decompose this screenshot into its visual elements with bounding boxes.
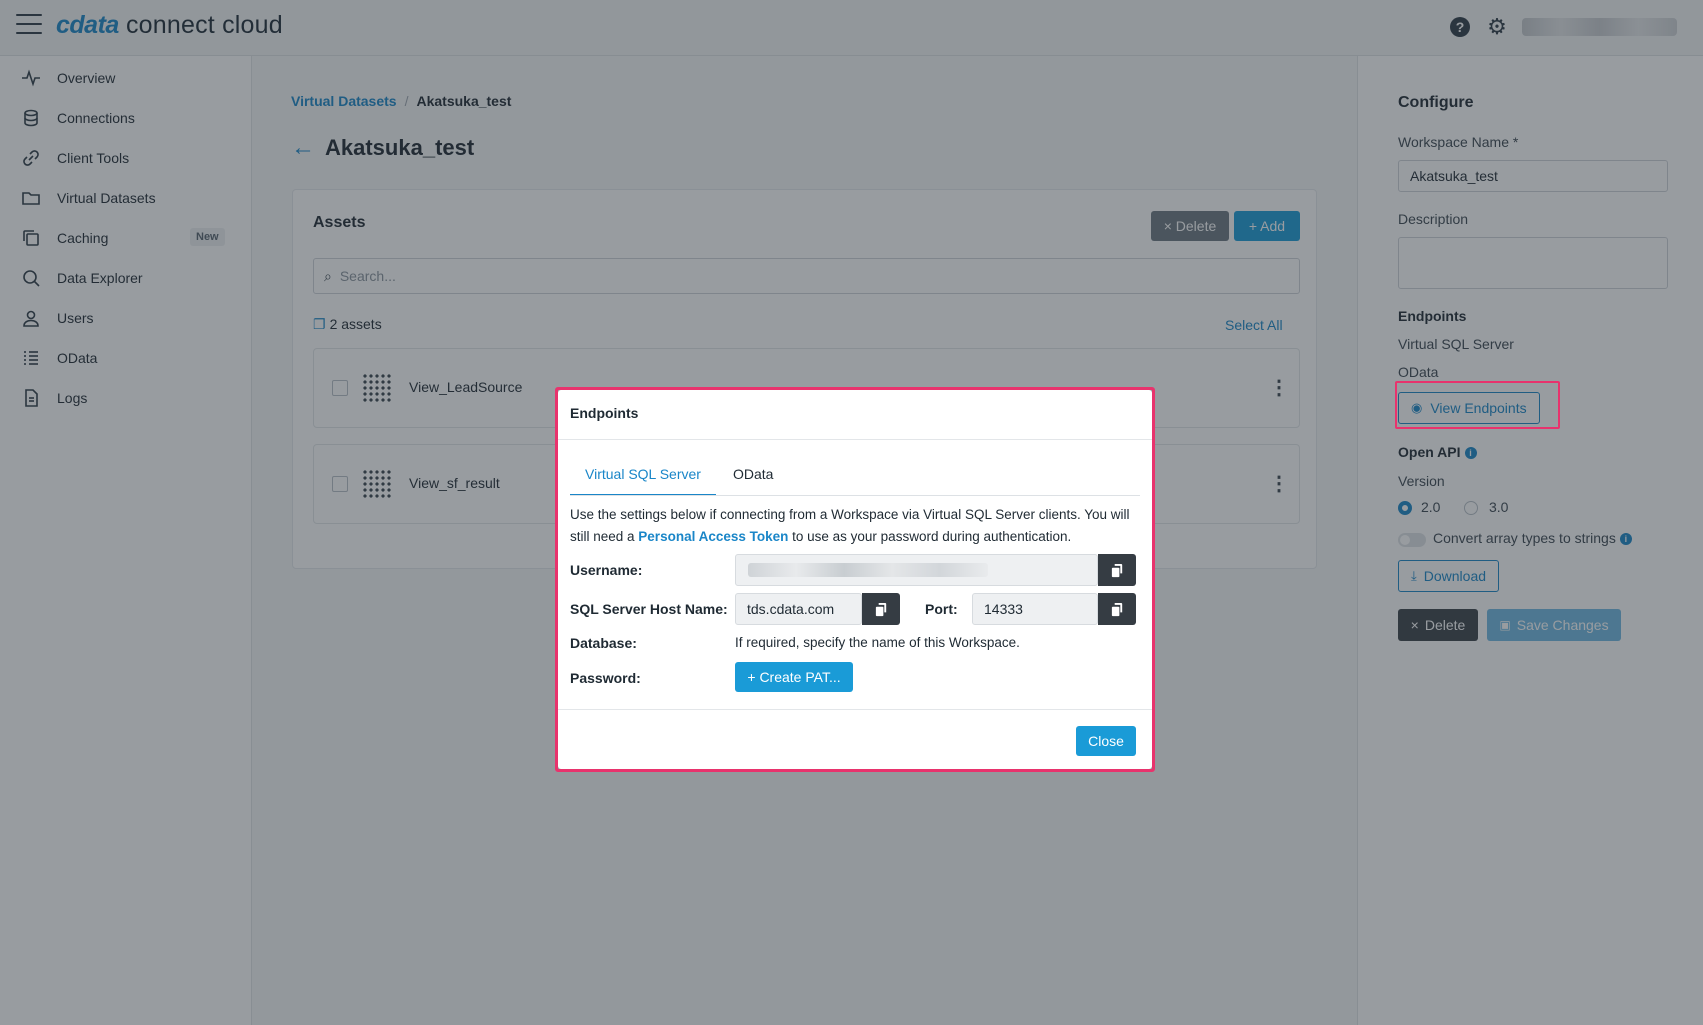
- host-value: tds.cdata.com: [747, 601, 835, 617]
- copy-username-button[interactable]: [1098, 554, 1136, 586]
- username-field[interactable]: [735, 554, 1098, 586]
- host-field[interactable]: tds.cdata.com: [735, 593, 862, 625]
- port-label: Port:: [925, 601, 958, 617]
- port-field[interactable]: 14333: [972, 593, 1098, 625]
- tab-underline: [570, 495, 1140, 496]
- database-hint: If required, specify the name of this Wo…: [735, 635, 1020, 650]
- copy-icon: [875, 602, 886, 616]
- modal-title: Endpoints: [570, 405, 639, 421]
- personal-access-token-link[interactable]: Personal Access Token: [638, 529, 788, 544]
- tab-odata[interactable]: OData: [733, 466, 773, 496]
- copy-icon: [1111, 602, 1122, 616]
- copy-icon: [1111, 563, 1122, 577]
- tab-virtual-sql-server[interactable]: Virtual SQL Server: [570, 466, 716, 496]
- username-label: Username:: [570, 562, 643, 578]
- modal-footer-divider: [558, 709, 1152, 710]
- port-value: 14333: [984, 601, 1023, 617]
- endpoints-modal: Endpoints Virtual SQL Server OData Use t…: [558, 390, 1152, 769]
- close-button[interactable]: Close: [1076, 726, 1136, 756]
- database-label: Database:: [570, 635, 637, 651]
- modal-description: Use the settings below if connecting fro…: [570, 504, 1142, 548]
- password-label: Password:: [570, 670, 641, 686]
- copy-port-button[interactable]: [1098, 593, 1136, 625]
- host-label: SQL Server Host Name:: [570, 601, 728, 617]
- username-redacted: [748, 563, 988, 577]
- copy-host-button[interactable]: [862, 593, 900, 625]
- modal-header-divider: [558, 439, 1152, 440]
- create-pat-button[interactable]: + Create PAT...: [735, 662, 853, 692]
- desc-text-2: to use as your password during authentic…: [788, 529, 1072, 544]
